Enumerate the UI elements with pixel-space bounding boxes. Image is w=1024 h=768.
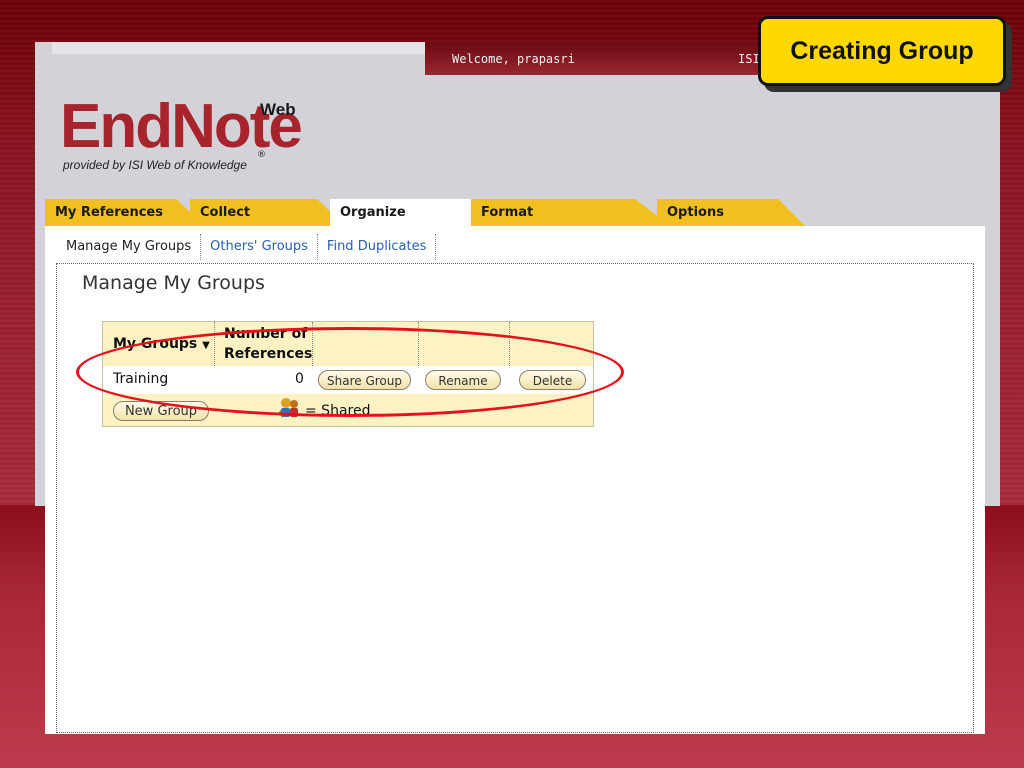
welcome-text: Welcome, prapasri <box>452 52 575 66</box>
endnote-logo: EndNote Web ® provided by ISI Web of Kno… <box>60 92 320 182</box>
tab-my-references[interactable]: My References <box>45 199 205 226</box>
subnav-others-groups[interactable]: Others' Groups <box>201 234 318 260</box>
logo-registered: ® <box>257 150 266 160</box>
highlight-ellipse <box>76 327 624 417</box>
logo-subtitle: provided by ISI Web of Knowledge <box>63 158 247 172</box>
subnav-find-duplicates[interactable]: Find Duplicates <box>318 234 437 260</box>
tab-options[interactable]: Options <box>657 199 805 226</box>
top-strip <box>52 42 425 54</box>
page-title: Manage My Groups <box>82 272 265 294</box>
creating-group-callout: Creating Group <box>758 16 1006 86</box>
subnav-manage-my-groups: Manage My Groups <box>57 234 202 260</box>
logo-web: Web <box>260 100 296 119</box>
sub-navigation: Manage My Groups Others' Groups Find Dup… <box>57 234 437 260</box>
isi-link[interactable]: ISI <box>738 52 760 66</box>
tab-collect[interactable]: Collect <box>190 199 345 226</box>
tab-format[interactable]: Format <box>471 199 671 226</box>
main-tabs: My References Collect Organize Format Op… <box>45 199 805 226</box>
